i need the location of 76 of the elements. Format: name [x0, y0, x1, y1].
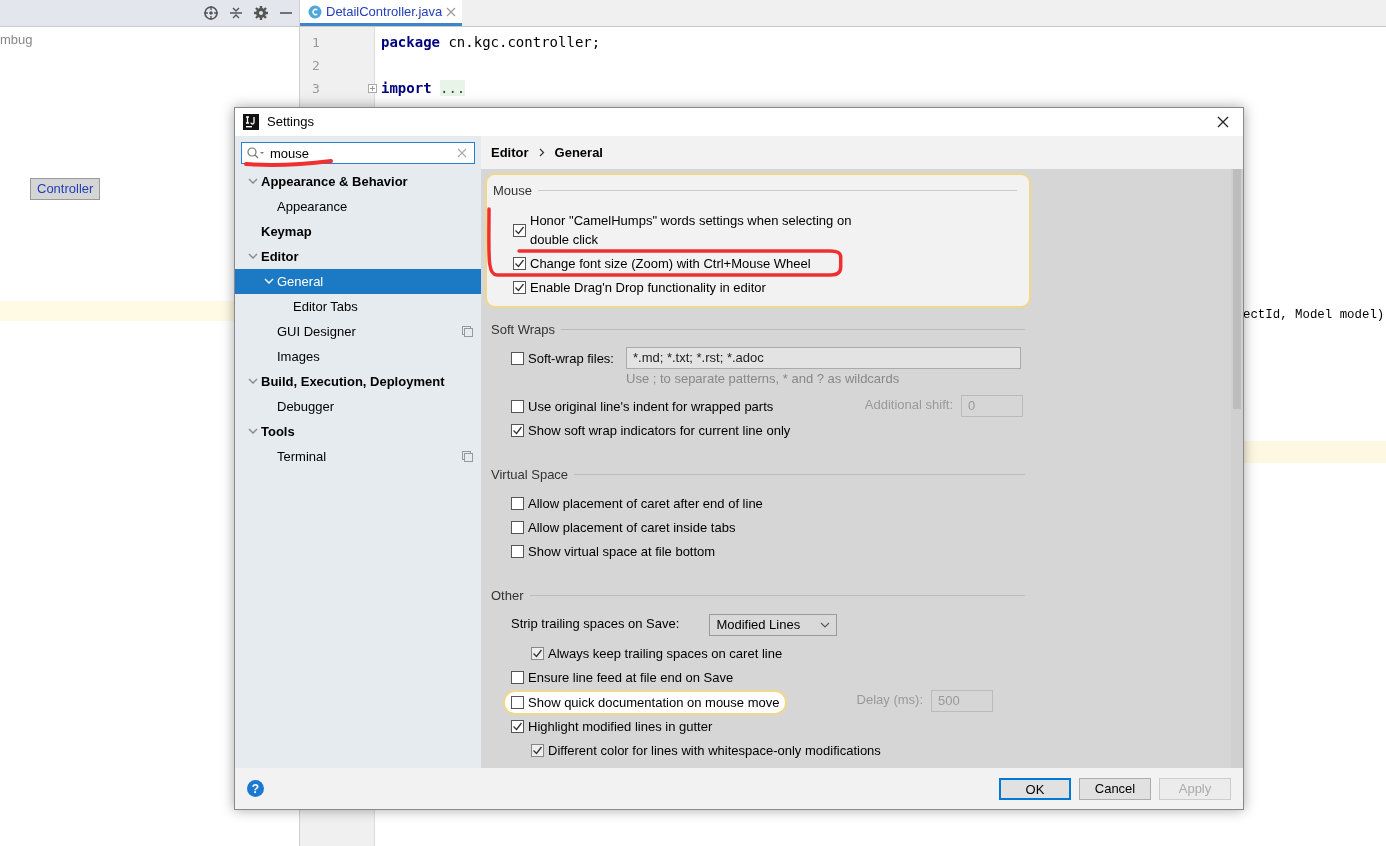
- checkbox-label[interactable]: Allow placement of caret after end of line: [528, 494, 763, 514]
- search-field[interactable]: mouse: [241, 142, 475, 164]
- checkbox[interactable]: [531, 744, 544, 758]
- editor-tab[interactable]: DetailController.java: [300, 0, 463, 26]
- tree-item[interactable]: Debugger: [235, 394, 481, 419]
- checkbox-label[interactable]: Honor "CamelHumps" words settings when selecting on double click: [530, 210, 870, 250]
- app-logo-icon: [243, 114, 259, 130]
- tree-item[interactable]: Tools: [235, 419, 481, 444]
- checkbox[interactable]: [511, 720, 524, 734]
- checkbox-label[interactable]: Soft-wrap files:: [528, 349, 614, 369]
- collapse-icon[interactable]: [229, 6, 243, 20]
- dialog-button[interactable]: Cancel: [1079, 777, 1151, 800]
- checkbox[interactable]: [511, 695, 524, 709]
- checkbox[interactable]: [511, 497, 524, 511]
- dropdown[interactable]: Modified Lines: [709, 613, 838, 636]
- checkbox-label[interactable]: Show virtual space at file bottom: [528, 542, 716, 562]
- text-field[interactable]: *.md; *.txt; *.rst; *.adoc: [626, 347, 1021, 369]
- checkbox-label[interactable]: Allow placement of caret inside tabs: [528, 518, 736, 538]
- checkbox[interactable]: [513, 280, 526, 294]
- checkbox[interactable]: [511, 423, 524, 437]
- checkbox[interactable]: [511, 521, 524, 535]
- scrollbar-thumb[interactable]: [1233, 169, 1241, 409]
- checkbox[interactable]: [511, 399, 524, 413]
- window-title: Settings: [267, 113, 314, 132]
- section-title: Other: [491, 587, 524, 605]
- settings-icon[interactable]: [253, 5, 269, 21]
- dialog-button[interactable]: OK: [999, 777, 1071, 800]
- locate-icon[interactable]: [203, 5, 219, 21]
- checkbox[interactable]: [511, 545, 524, 559]
- field-label: Delay (ms):: [856, 690, 923, 709]
- breadcrumb-item[interactable]: General: [554, 142, 603, 163]
- checkbox[interactable]: [531, 646, 544, 660]
- checkbox-label[interactable]: Use original line's indent for wrapped parts: [528, 396, 774, 416]
- checkbox-label[interactable]: Enable Drag'n Drop functionality in editor: [530, 277, 766, 297]
- chevron-icon: [538, 148, 545, 157]
- code-line: import ...: [381, 80, 466, 96]
- field-label: Strip trailing spaces on Save:: [511, 614, 680, 633]
- line-number: 1: [312, 35, 320, 50]
- tree-item[interactable]: Editor: [235, 244, 481, 269]
- checkbox[interactable]: [511, 670, 524, 684]
- tree-item[interactable]: GUI Designer: [235, 319, 481, 344]
- checkbox-label[interactable]: Show soft wrap indicators for current line only: [528, 420, 791, 440]
- section-title: Mouse: [493, 182, 533, 200]
- tree-item[interactable]: Appearance: [235, 194, 481, 219]
- field-label: Additional shift:: [864, 395, 953, 414]
- checkbox-label[interactable]: Highlight modified lines in gutter: [528, 717, 713, 737]
- search-icon: [247, 147, 265, 159]
- line-number: 2: [312, 58, 320, 73]
- line-number: 3: [312, 81, 320, 96]
- section-title: Virtual Space: [491, 465, 569, 484]
- tree-item[interactable]: mbug: [0, 32, 33, 47]
- fold-icon[interactable]: [368, 84, 377, 93]
- checkbox-label[interactable]: Ensure line feed at file end on Save: [528, 667, 734, 687]
- hint-text: Use ; to separate patterns, * and ? as wildcards: [625, 370, 901, 388]
- section-title: Soft Wraps: [491, 320, 556, 339]
- checkbox[interactable]: [513, 256, 526, 270]
- tree-item[interactable]: Terminal: [235, 444, 481, 469]
- code-line: ectId, Model model): [1243, 307, 1385, 324]
- tree-item[interactable]: Images: [235, 344, 481, 369]
- checkbox[interactable]: [513, 223, 526, 237]
- tree-item[interactable]: Appearance & Behavior: [235, 169, 481, 194]
- close-icon[interactable]: [1217, 116, 1229, 128]
- help-button[interactable]: ?: [247, 780, 264, 797]
- tree-item[interactable]: General: [235, 269, 481, 294]
- breadcrumb-item[interactable]: Editor: [491, 142, 529, 163]
- checkbox[interactable]: [511, 352, 524, 366]
- checkbox-label[interactable]: Different color for lines with whitespace-only modifications: [548, 741, 881, 761]
- checkbox-label[interactable]: Show quick documentation on mouse move: [528, 692, 780, 712]
- tree-item[interactable]: Keymap: [235, 219, 481, 244]
- code-line: package cn.kgc.controller;: [381, 34, 601, 50]
- tree-item[interactable]: Editor Tabs: [235, 294, 481, 319]
- tree-item[interactable]: Build, Execution, Deployment: [235, 369, 481, 394]
- class-icon: [308, 4, 322, 19]
- chevron-down-icon: [820, 621, 831, 628]
- checkbox-label[interactable]: Change font size (Zoom) with Ctrl+Mouse Wheel: [530, 253, 811, 273]
- checkbox-label[interactable]: Always keep trailing spaces on caret line: [548, 643, 783, 663]
